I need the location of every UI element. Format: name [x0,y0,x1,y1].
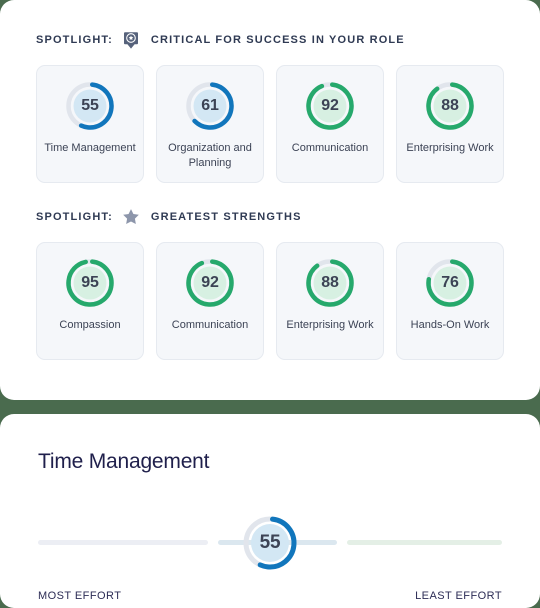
score-card-label: Enterprising Work [406,142,494,154]
score-gauge: 55 [64,80,116,132]
score-gauge: 76 [424,257,476,309]
score-gauge: 95 [64,257,116,309]
detail-title: Time Management [38,450,210,473]
score-gauge: 88 [424,80,476,132]
score-card-label: Hands-On Work [410,319,490,331]
slider-handle-gauge[interactable]: 55 [241,514,299,572]
score-value: 76 [441,274,459,291]
score-card-row-critical: 55 Time Management 61 Organization and P… [36,65,504,183]
score-card[interactable]: 88 Enterprising Work [396,65,504,183]
score-card-row-strengths: 95 Compassion 92 Communication 88 Enterp… [36,242,504,360]
spotlight-header-critical: SPOTLIGHT: CRITICAL FOR SUCCESS IN YOUR … [36,30,504,50]
score-card-label: Enterprising Work [286,319,374,331]
detail-panel: Time Management 55 MOST EFFORT LEAST EFF… [0,414,540,608]
award-badge-icon [122,30,140,50]
score-value: 92 [321,97,339,114]
score-value: 61 [201,97,219,114]
score-card-label: Compassion [59,319,121,331]
spotlight-title: GREATEST STRENGTHS [150,211,302,223]
score-value: 88 [441,97,459,114]
score-card[interactable]: 95 Compassion [36,242,144,360]
score-value: 55 [81,97,99,114]
score-card[interactable]: 92 Communication [156,242,264,360]
star-icon [122,207,140,227]
least-effort-label: LEAST EFFORT [415,590,502,602]
score-gauge: 92 [184,257,236,309]
score-value: 95 [81,274,99,291]
slider-value: 55 [259,532,281,553]
score-value: 88 [321,274,339,291]
slider-segment-left [38,540,208,545]
slider-segment-right [347,540,502,545]
spotlight-panel: SPOTLIGHT: CRITICAL FOR SUCCESS IN YOUR … [0,0,540,400]
score-card-label: Communication [291,142,369,154]
score-value: 92 [201,274,219,291]
score-card-label: Time Management [44,142,136,154]
panel-divider [0,400,540,414]
score-gauge: 92 [304,80,356,132]
effort-slider[interactable]: 55 [30,514,510,586]
spotlight-label: SPOTLIGHT: [36,211,113,223]
score-card[interactable]: 76 Hands-On Work [396,242,504,360]
spotlight-title: CRITICAL FOR SUCCESS IN YOUR ROLE [150,34,405,46]
score-gauge: 61 [184,80,236,132]
score-card-label: Organization and Planning [168,142,252,169]
spotlight-header-strengths: SPOTLIGHT: GREATEST STRENGTHS [36,207,504,227]
most-effort-label: MOST EFFORT [38,590,122,602]
effort-labels: MOST EFFORT LEAST EFFORT [30,590,510,602]
score-card[interactable]: 55 Time Management [36,65,144,183]
score-gauge: 88 [304,257,356,309]
score-card[interactable]: 92 Communication [276,65,384,183]
score-card-label: Communication [171,319,249,331]
score-card[interactable]: 88 Enterprising Work [276,242,384,360]
score-card[interactable]: 61 Organization and Planning [156,65,264,183]
report-page: SPOTLIGHT: CRITICAL FOR SUCCESS IN YOUR … [0,0,540,608]
spotlight-label: SPOTLIGHT: [36,34,113,46]
